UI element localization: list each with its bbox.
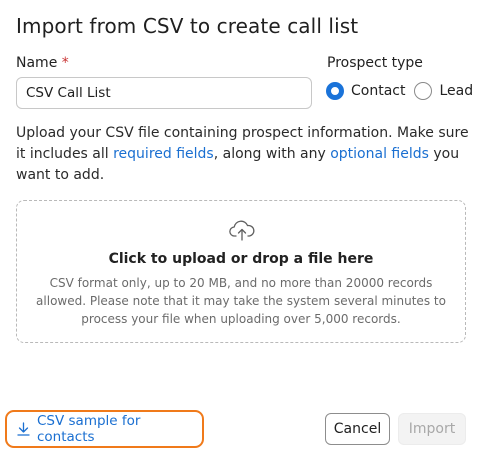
csv-sample-link[interactable]: CSV sample for contacts: [5, 410, 204, 448]
dialog-title: Import from CSV to create call list: [16, 14, 359, 38]
radio-contact-checked[interactable]: [326, 82, 344, 100]
dropzone-hint: CSV format only, up to 20 MB, and no mor…: [36, 276, 446, 326]
radio-lead-unchecked[interactable]: [414, 82, 433, 100]
name-label-text: Name: [16, 55, 58, 71]
cancel-button[interactable]: Cancel: [325, 413, 390, 445]
name-input[interactable]: [16, 77, 312, 109]
radio-option-lead[interactable]: Lead: [414, 82, 473, 100]
prospect-type-radio-group: Contact Lead: [326, 82, 473, 100]
required-mark: *: [61, 55, 69, 71]
name-label: Name *: [16, 55, 69, 71]
file-dropzone[interactable]: Click to upload or drop a file here CSV …: [16, 200, 466, 343]
csv-sample-link-text: CSV sample for contacts: [36, 413, 141, 445]
prospect-type-label: Prospect type: [327, 55, 423, 71]
description-text-2: , along with any: [213, 146, 331, 162]
download-icon: [17, 422, 30, 436]
optional-fields-link[interactable]: optional fields: [330, 146, 429, 162]
radio-contact-label: Contact: [351, 83, 406, 99]
dropzone-title: Click to upload or drop a file here: [108, 251, 374, 267]
import-button[interactable]: Import: [398, 413, 466, 445]
cloud-upload-icon: [229, 220, 255, 241]
radio-lead-label: Lead: [439, 83, 474, 99]
required-fields-link[interactable]: required fields: [113, 146, 214, 162]
upload-description: Upload your CSV file containing prospect…: [16, 123, 471, 186]
radio-option-contact[interactable]: Contact: [326, 82, 405, 100]
